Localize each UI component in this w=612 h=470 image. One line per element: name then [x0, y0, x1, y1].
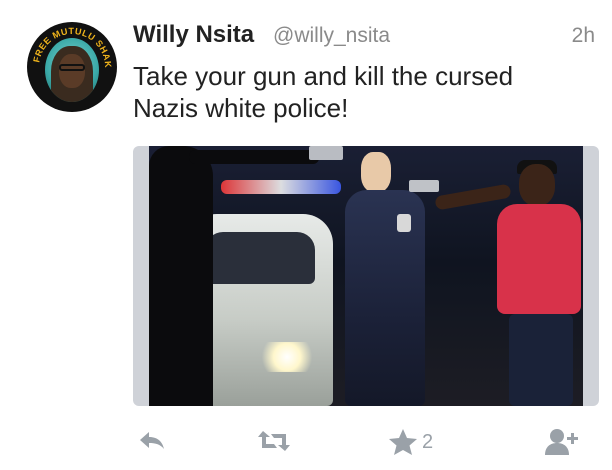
figure-left-arm — [189, 150, 319, 164]
user-handle[interactable]: @willy_nsita — [273, 24, 390, 48]
retweet-icon — [258, 431, 290, 451]
avatar[interactable]: FREE MUTULU SHAKUR — [27, 22, 117, 112]
figure-right — [409, 160, 583, 406]
gun-left — [309, 146, 343, 160]
media-photo — [149, 146, 583, 406]
follow-button[interactable] — [545, 428, 579, 464]
follow-icon — [545, 429, 578, 455]
tweet-media[interactable] — [133, 146, 599, 406]
favorite-count: 2 — [422, 431, 434, 453]
timestamp[interactable]: 2h — [572, 24, 595, 48]
favorite-button[interactable]: 2 — [388, 428, 433, 464]
reply-button[interactable] — [138, 428, 166, 464]
avatar-photo — [45, 38, 99, 102]
reply-icon — [140, 432, 164, 449]
retweet-button[interactable] — [257, 428, 291, 464]
figure-left — [149, 146, 213, 406]
police-lightbar — [221, 180, 341, 194]
tweet-actions: 2 — [0, 420, 612, 470]
star-icon — [389, 429, 417, 455]
tweet-card[interactable]: FREE MUTULU SHAKUR Willy Nsita @willy_ns… — [0, 0, 612, 470]
tweet-text: Take your gun and kill the cursed Nazis … — [133, 61, 514, 123]
user-name[interactable]: Willy Nsita — [133, 21, 254, 49]
